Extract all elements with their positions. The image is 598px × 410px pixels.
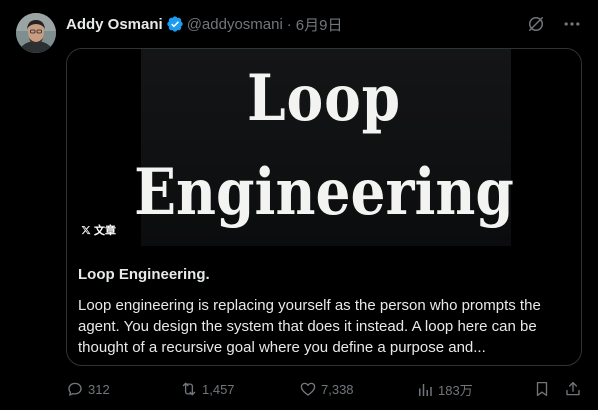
author-name[interactable]: Addy Osmani bbox=[66, 16, 163, 33]
more-icon[interactable] bbox=[562, 14, 582, 34]
share-icon bbox=[564, 380, 582, 398]
avatar-photo bbox=[16, 13, 56, 53]
analytics-icon bbox=[416, 381, 434, 399]
views-button[interactable]: 183万 bbox=[416, 380, 473, 399]
heart-icon bbox=[299, 380, 317, 398]
author-handle[interactable]: @addyosmani bbox=[187, 16, 283, 33]
article-badge-label: 文章 bbox=[94, 225, 116, 237]
article-cover-image: Loop Engineering 文章 bbox=[67, 49, 581, 246]
tweet-actions: 312 1,457 7,338 183万 bbox=[66, 380, 582, 400]
x-logo-icon bbox=[81, 225, 91, 235]
share-button[interactable] bbox=[564, 380, 582, 398]
grok-icon[interactable] bbox=[526, 14, 546, 34]
reply-button[interactable]: 312 bbox=[66, 380, 110, 398]
like-button[interactable]: 7,338 bbox=[299, 380, 354, 398]
views-count: 183万 bbox=[438, 383, 473, 398]
article-badge: 文章 bbox=[81, 222, 116, 238]
reply-count: 312 bbox=[88, 381, 110, 397]
separator-dot: · bbox=[286, 15, 292, 33]
tweet-header: Addy Osmani @addyosmani · 6月9日 bbox=[66, 14, 342, 34]
reply-icon bbox=[66, 380, 84, 398]
article-title: Loop Engineering. bbox=[78, 266, 210, 283]
repost-button[interactable]: 1,457 bbox=[180, 380, 235, 398]
article-excerpt: Loop engineering is replacing yourself a… bbox=[78, 297, 541, 356]
bookmark-icon bbox=[533, 380, 551, 398]
top-actions bbox=[526, 14, 582, 34]
avatar[interactable] bbox=[16, 13, 56, 53]
article-card[interactable]: Loop Engineering 文章 Loop Engineering. Lo… bbox=[66, 48, 582, 366]
tweet-date[interactable]: 6月9日 bbox=[296, 14, 343, 35]
bookmark-button[interactable] bbox=[533, 380, 551, 398]
cover-title-line-1: Loop bbox=[246, 61, 402, 136]
verified-badge-icon bbox=[166, 15, 184, 33]
repost-icon bbox=[180, 380, 198, 398]
like-count: 7,338 bbox=[321, 381, 354, 397]
repost-count: 1,457 bbox=[202, 381, 235, 397]
cover-title-line-2: Engineering bbox=[134, 155, 514, 230]
